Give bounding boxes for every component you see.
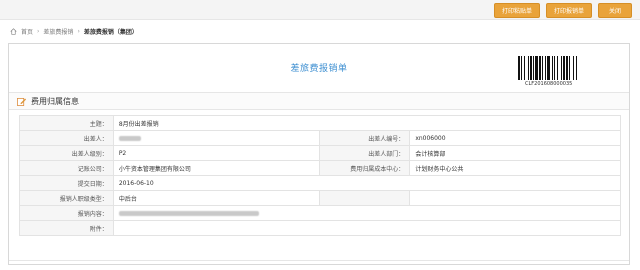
subject-value: 8月份出差报销 [112,115,622,131]
dept-value: 会计核算部 [409,145,621,161]
breadcrumb-separator: › [37,27,40,35]
section-title: 费用归属信息 [31,96,79,106]
level-label: 出差人级别： [19,145,114,161]
breadcrumb-separator: › [77,27,80,35]
content-label: 报销内容： [19,205,114,221]
redacted-name [118,135,141,141]
table-row: 报销内容： [19,205,622,221]
breadcrumb-current: 差旅费报销（集团） [83,28,138,36]
table-row: 提交日期： 2016-06-10 [19,175,622,191]
subject-label: 主题： [19,115,114,131]
date-value: 2016-06-10 [112,175,622,191]
table-row: 出差人级别： P2 出差人部门： 会计核算部 [19,145,621,161]
content-value [112,205,622,221]
print-paste-sheet-button[interactable]: 打印粘贴单 [493,3,540,18]
table-row: 报销人职级类型： 中后台 [19,190,621,206]
table-row: 附件： [19,220,622,236]
barcode-number: CLF201608000035 [525,81,573,87]
cost-attribution-table: 主题： 8月份出差报销 出差人： 出差人编号： xn006000 出差人级别： … [19,115,622,236]
barcode-bar [577,56,578,80]
cost-center-label: 费用归属成本中心： [319,160,411,176]
breadcrumb-home[interactable]: 首页 [21,27,33,36]
redacted-content [118,210,259,216]
traveler-value [112,130,321,146]
cost-center-value: 计划财务中心公共 [409,160,621,176]
person-type-value: 中后台 [112,190,321,206]
pencil-icon [17,97,26,106]
top-toolbar: 打印粘贴单 打印报销单 关闭 [0,0,640,20]
traveler-label: 出差人： [19,130,114,146]
company-value: 小牛资本管理集团有限公司 [112,160,321,176]
dept-label: 出差人部门： [319,145,411,161]
company-label: 记账公司： [19,160,114,176]
table-row: 记账公司： 小牛资本管理集团有限公司 费用归属成本中心： 计划财务中心公共 [19,160,621,176]
level-value: P2 [112,145,321,161]
date-label: 提交日期： [19,175,114,191]
attachment-label: 附件： [19,220,114,236]
empty-cell [409,190,621,206]
table-row: 出差人： 出差人编号： xn006000 [19,130,621,146]
close-button[interactable]: 关闭 [597,3,632,18]
attachment-value [112,220,622,236]
barcode-image [518,56,598,80]
print-reimbursement-button[interactable]: 打印报销单 [545,3,592,18]
breadcrumb-travel-reimbursement[interactable]: 差旅费报销 [43,27,73,36]
breadcrumb: 首页 › 差旅费报销 › 差旅费报销（集团） [0,20,640,42]
empty-cell [319,190,411,206]
person-type-label: 报销人职级类型： [19,190,114,206]
traveler-no-label: 出差人编号： [319,130,411,146]
table-row: 主题： 8月份出差报销 [19,115,622,131]
section-header-cost-attribution: 费用归属信息 [9,92,629,110]
toolbar-buttons: 打印粘贴单 打印报销单 关闭 [493,3,632,18]
home-icon [10,27,17,35]
traveler-no-value: xn006000 [409,130,621,146]
next-section-header [9,260,629,270]
reimbursement-sheet: 差旅费报销单 CLF201608000035 费用归属信息 主题： 8月份出差报… [8,43,630,265]
